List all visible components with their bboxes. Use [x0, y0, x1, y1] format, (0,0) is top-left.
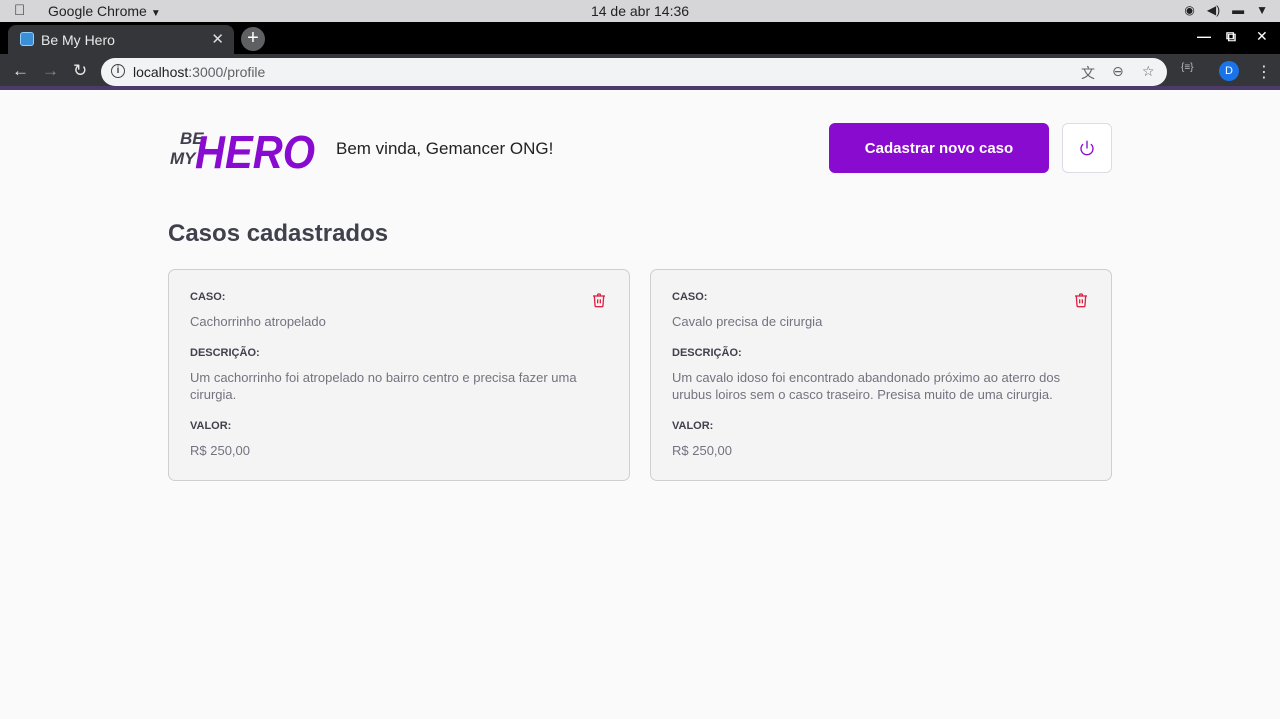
chevron-down-icon: ▼	[150, 8, 161, 19]
translate-icon[interactable]: 文	[1081, 63, 1095, 83]
new-case-button[interactable]: Cadastrar novo caso	[829, 123, 1049, 173]
case-description: Um cavalo idoso foi encontrado abandonad…	[672, 370, 1061, 402]
description-label: DESCRIÇÃO:	[672, 347, 742, 359]
case-label: CASO:	[190, 291, 226, 303]
battery-icon[interactable]: ▬	[1232, 3, 1244, 17]
case-value: R$ 250,00	[190, 443, 250, 458]
description-label: DESCRIÇÃO:	[190, 347, 260, 359]
value-label: VALOR:	[190, 420, 232, 432]
case-card: CASO: Cavalo precisa de cirurgia DESCRIÇ…	[650, 269, 1112, 481]
restore-icon[interactable]: ⧉	[1226, 28, 1236, 45]
zoom-icon[interactable]: ⊖	[1112, 63, 1124, 80]
system-tray: ◉ ◀) ▬ ▼	[1184, 3, 1268, 17]
trash-icon[interactable]	[1073, 292, 1089, 308]
address-bar[interactable]: i localhost:3000/profile 文 ⊖ ☆	[101, 58, 1167, 86]
case-value: R$ 250,00	[672, 443, 732, 458]
logo-word: HERO	[195, 126, 315, 174]
star-icon[interactable]: ☆	[1142, 63, 1155, 80]
be-my-hero-logo: BE MY HERO	[170, 126, 315, 174]
app-menu[interactable]: Google Chrome ▼	[48, 3, 161, 19]
tab-title: Be My Hero	[41, 32, 115, 48]
profile-avatar[interactable]: D	[1219, 61, 1239, 81]
browser-toolbar: ← → ↻ i localhost:3000/profile 文 ⊖ ☆	[0, 54, 1280, 90]
volume-icon[interactable]: ◀)	[1207, 3, 1220, 17]
page-title: Casos cadastrados	[168, 220, 389, 247]
profile-page: BE MY HERO Bem vinda, Gemancer ONG! Cada…	[0, 90, 1280, 719]
browser-tab-strip: Be My Hero ✕ + — ⧉ ✕	[0, 22, 1280, 54]
minimize-icon[interactable]: —	[1197, 28, 1211, 44]
react-icon	[20, 32, 34, 46]
case-description: Um cachorrinho foi atropelado no bairro …	[190, 370, 577, 402]
new-tab-button[interactable]: +	[241, 27, 265, 51]
close-window-icon[interactable]: ✕	[1256, 28, 1268, 45]
case-title: Cachorrinho atropelado	[190, 314, 326, 329]
value-label: VALOR:	[672, 420, 714, 432]
logout-button[interactable]	[1062, 123, 1112, 173]
url-text: localhost:3000/profile	[133, 64, 266, 80]
info-icon[interactable]: i	[111, 64, 125, 78]
power-icon	[1080, 140, 1094, 156]
trash-icon[interactable]	[591, 292, 607, 308]
forward-icon[interactable]: →	[42, 61, 59, 81]
case-label: CASO:	[672, 291, 708, 303]
menu-icon[interactable]: ⋮	[1256, 62, 1272, 82]
case-card: CASO: Cachorrinho atropelado DESCRIÇÃO: …	[168, 269, 630, 481]
welcome-text: Bem vinda, Gemancer ONG!	[336, 139, 554, 158]
case-title: Cavalo precisa de cirurgia	[672, 314, 823, 329]
close-tab-icon[interactable]: ✕	[211, 30, 224, 48]
chevron-down-icon[interactable]: ▼	[1256, 3, 1268, 17]
back-icon[interactable]: ←	[12, 61, 29, 81]
logo-line2: MY	[170, 149, 197, 168]
os-menu-bar:  Google Chrome▼ 14 de abr 14:36 ◉ ◀) ▬ …	[0, 0, 1280, 22]
eye-icon[interactable]: ◉	[1184, 3, 1194, 17]
apple-icon[interactable]: 	[14, 2, 25, 19]
extension-icon[interactable]: {≡}	[1181, 62, 1194, 73]
system-clock: 14 de abr 14:36	[590, 3, 690, 19]
browser-tab[interactable]: Be My Hero ✕	[8, 25, 234, 54]
reload-icon[interactable]: ↻	[73, 61, 87, 81]
